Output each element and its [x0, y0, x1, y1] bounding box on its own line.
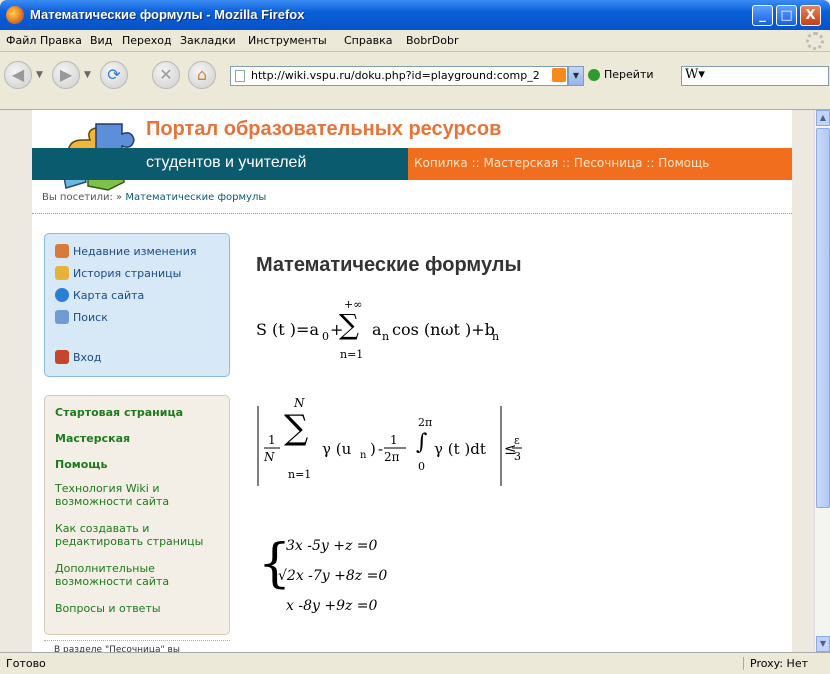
status-bar: Готово Proxy: Нет — [0, 652, 830, 674]
menu-bobrdobr[interactable]: BobrDobr — [406, 34, 459, 47]
url-input[interactable] — [251, 69, 541, 82]
go-icon — [588, 69, 600, 81]
sum-symbol: ∑ — [339, 308, 359, 341]
breadcrumb-link[interactable]: Математические формулы — [125, 192, 266, 203]
tool-recent-changes[interactable]: Недавние изменения — [55, 244, 196, 258]
site-title: Портал образовательных ресурсов — [146, 118, 502, 140]
sum-symbol: ∑ — [284, 408, 309, 448]
proxy-status: Proxy: Нет — [743, 657, 808, 670]
top-navigation-links[interactable]: Копилка :: Мастерская :: Песочница :: По… — [414, 156, 709, 170]
breadcrumb: Вы посетили: » Математические формулы — [42, 192, 267, 203]
sidenav-item-wiki-tech[interactable]: Технология Wiki и возможности сайта — [55, 482, 225, 508]
integral-symbol: ∫ — [416, 430, 428, 455]
menu-go[interactable]: Переход — [122, 34, 172, 47]
back-icon[interactable]: ◀ — [4, 61, 32, 89]
rss-icon[interactable] — [552, 68, 566, 82]
site-subtitle: студентов и учителей — [146, 154, 307, 171]
menu-bookmarks[interactable]: Закладки — [180, 34, 236, 47]
sidenav-item-help[interactable]: Помощь — [55, 458, 225, 471]
vertical-scrollbar[interactable]: ▲ ▼ — [814, 110, 830, 652]
status-text: Готово — [6, 657, 46, 670]
minimize-button[interactable]: _ — [752, 5, 773, 26]
throbber-icon — [806, 32, 824, 50]
tools-panel: Недавние изменения История страницы Карт… — [44, 233, 230, 377]
menu-edit[interactable]: Правка — [40, 34, 82, 47]
scroll-thumb[interactable] — [816, 128, 830, 508]
search-icon — [55, 310, 69, 324]
url-dropdown-icon[interactable]: ▼ — [568, 66, 584, 86]
history-icon — [55, 266, 69, 280]
forward-dropdown-icon[interactable]: ▼ — [84, 70, 91, 80]
url-bar[interactable] — [230, 66, 568, 86]
scroll-down-icon[interactable]: ▼ — [816, 636, 830, 652]
sidenav-item-workshop[interactable]: Мастерская — [55, 432, 225, 445]
top-navigation: Копилка :: Мастерская :: Песочница :: По… — [408, 148, 792, 180]
page-heading: Математические формулы — [256, 254, 522, 276]
forward-icon[interactable]: ▶ — [52, 61, 80, 89]
sidenav-item-extra-features[interactable]: Дополнительные возможности сайта — [55, 562, 225, 588]
page-viewport: Портал образовательных ресурсов студенто… — [0, 110, 814, 652]
tool-page-history[interactable]: История страницы — [55, 266, 181, 280]
menu-file[interactable]: Файл — [6, 34, 36, 47]
window-title: Математические формулы - Mozilla Firefox — [30, 7, 305, 22]
login-icon — [55, 350, 69, 364]
sitemap-icon — [55, 288, 69, 302]
navigation-toolbar: ◀ ▼ ▶ ▼ ⟳ ✕ ⌂ ▼ Перейти W▾ — [0, 52, 830, 110]
menu-tools[interactable]: Инструменты — [248, 34, 327, 47]
home-icon[interactable]: ⌂ — [188, 61, 216, 89]
maximize-button[interactable]: □ — [776, 5, 797, 26]
go-button[interactable]: Перейти — [588, 68, 654, 81]
menu-help[interactable]: Справка — [344, 34, 392, 47]
page-content: Портал образовательных ресурсов студенто… — [32, 110, 792, 652]
sidenav-item-start[interactable]: Стартовая страница — [55, 406, 225, 419]
sidenav-item-create-pages[interactable]: Как создавать и редактировать страницы — [55, 522, 225, 548]
page-icon — [235, 70, 245, 82]
reload-icon[interactable]: ⟳ — [100, 61, 128, 89]
tool-login[interactable]: Вход — [55, 350, 101, 364]
window-titlebar: Математические формулы - Mozilla Firefox… — [0, 0, 830, 30]
close-button[interactable]: X — [800, 5, 821, 26]
tool-sitemap[interactable]: Карта сайта — [55, 288, 144, 302]
stop-icon[interactable]: ✕ — [152, 61, 180, 89]
scroll-up-icon[interactable]: ▲ — [816, 110, 830, 126]
sidenav-item-faq[interactable]: Вопросы и ответы — [55, 602, 225, 615]
recent-changes-icon — [55, 244, 69, 258]
search-field[interactable]: W▾ — [681, 66, 829, 86]
side-navigation: Стартовая страница Мастерская Помощь Тех… — [44, 395, 230, 635]
tool-search[interactable]: Поиск — [55, 310, 108, 324]
firefox-icon — [6, 6, 24, 24]
menubar: Файл Правка Вид Переход Закладки Инструм… — [0, 30, 830, 52]
sandbox-note: В разделе "Песочница" вы — [44, 640, 230, 652]
separator — [32, 213, 792, 214]
back-dropdown-icon[interactable]: ▼ — [36, 70, 43, 80]
menu-view[interactable]: Вид — [90, 34, 112, 47]
